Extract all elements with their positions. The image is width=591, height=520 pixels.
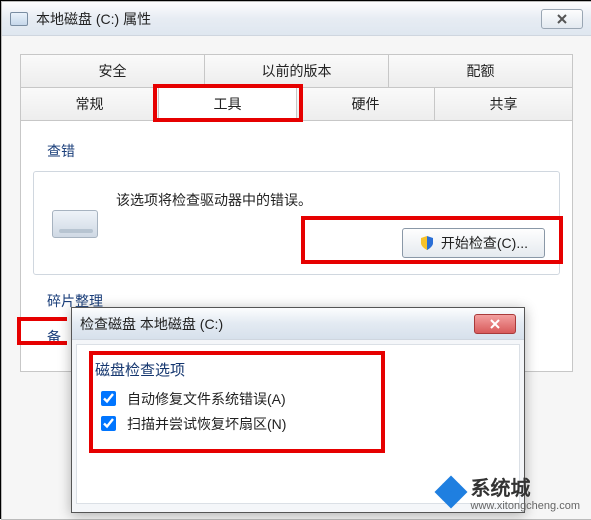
tab-general[interactable]: 常规 <box>21 88 159 120</box>
watermark-logo-icon <box>437 478 465 506</box>
start-check-button[interactable]: 开始检查(C)... <box>402 228 545 258</box>
opt-scan-label: 扫描并尝试恢复坏扇区(N) <box>127 414 286 434</box>
error-check-label: 查错 <box>47 141 560 161</box>
tab-security[interactable]: 安全 <box>21 55 205 87</box>
opt-auto-fix-label: 自动修复文件系统错误(A) <box>127 389 286 409</box>
tab-sharing[interactable]: 共享 <box>435 88 572 120</box>
watermark: 系统城 www.xitongcheng.com <box>437 472 580 512</box>
close-button[interactable] <box>541 9 583 29</box>
hdd-icon <box>52 210 98 238</box>
opt-auto-fix-row[interactable]: 自动修复文件系统错误(A) <box>97 388 501 409</box>
tab-row-2: 常规 工具 硬件 共享 <box>21 88 572 120</box>
error-check-button-row: 开始检查(C)... <box>48 228 545 258</box>
error-check-group: 查错 该选项将检查驱动器中的错误。 开始检查(C)... <box>33 141 560 275</box>
dialog-titlebar[interactable]: 检查磁盘 本地磁盘 (C:) <box>72 308 524 340</box>
opt-scan-row[interactable]: 扫描并尝试恢复坏扇区(N) <box>97 413 501 434</box>
main-titlebar[interactable]: 本地磁盘 (C:) 属性 <box>2 2 591 36</box>
tab-container: 安全 以前的版本 配额 常规 工具 硬件 共享 <box>20 54 573 121</box>
watermark-brand: 系统城 <box>471 478 531 500</box>
tab-row-1: 安全 以前的版本 配额 <box>21 55 572 88</box>
tab-quota[interactable]: 配额 <box>389 55 572 87</box>
drive-icon <box>10 12 28 26</box>
dialog-close-button[interactable] <box>474 314 516 334</box>
start-check-label: 开始检查(C)... <box>441 233 528 253</box>
tab-tools[interactable]: 工具 <box>159 88 297 121</box>
opt-auto-fix-checkbox[interactable] <box>101 391 116 406</box>
error-check-description: 该选项将检查驱动器中的错误。 <box>116 190 545 210</box>
tab-hardware[interactable]: 硬件 <box>297 88 435 120</box>
tab-previous-versions[interactable]: 以前的版本 <box>205 55 389 87</box>
shield-icon <box>419 235 435 251</box>
error-check-body: 该选项将检查驱动器中的错误。 开始检查(C)... <box>33 171 560 275</box>
window-title: 本地磁盘 (C:) 属性 <box>36 9 541 29</box>
watermark-url: www.xitongcheng.com <box>471 501 580 512</box>
opt-scan-checkbox[interactable] <box>101 416 116 431</box>
options-title: 磁盘检查选项 <box>95 359 501 380</box>
dialog-title: 检查磁盘 本地磁盘 (C:) <box>80 314 474 334</box>
